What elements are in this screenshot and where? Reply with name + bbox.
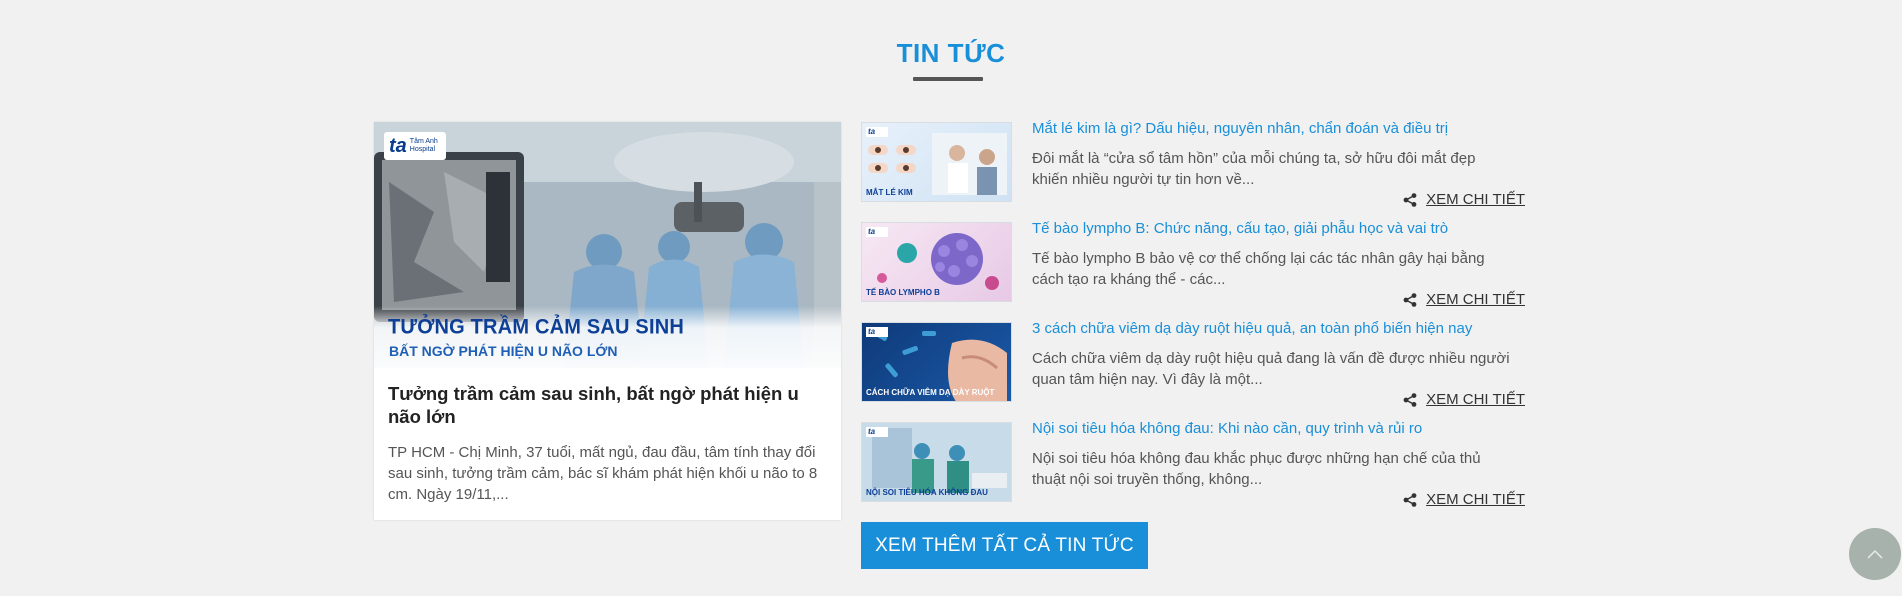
view-detail-link[interactable]: XEM CHI TIẾT	[1403, 491, 1525, 508]
banner-title: TƯỞNG TRẦM CẢM SAU SINH	[388, 315, 685, 339]
view-detail-link[interactable]: XEM CHI TIẾT	[1403, 191, 1525, 208]
thumb-logo: ta	[866, 427, 888, 437]
news-thumbnail[interactable]: ta TẾ BÀO LYMPHO B	[861, 222, 1012, 302]
news-title-link[interactable]: Nội soi tiêu hóa không đau: Khi nào cần,…	[1032, 419, 1532, 439]
news-excerpt: Nội soi tiêu hóa không đau khắc phục đượ…	[1032, 450, 1481, 488]
share-icon	[1403, 192, 1417, 207]
view-detail-link[interactable]: XEM CHI TIẾT	[1403, 291, 1525, 308]
view-detail-link[interactable]: XEM CHI TIẾT	[1403, 391, 1525, 408]
title-underline	[913, 77, 983, 81]
news-item: ta CÁCH CHỮA VIÊM DẠ DÀY RUỘT 3 cách chữ…	[861, 320, 1525, 412]
tam-anh-logo: ta Tâm Anh Hospital	[384, 132, 446, 160]
thumb-caption: NỘI SOI TIÊU HÓA KHÔNG ĐAU	[866, 488, 988, 497]
view-detail-label[interactable]: XEM CHI TIẾT	[1426, 491, 1525, 508]
news-title-link[interactable]: Mắt lé kim là gì? Dấu hiệu, nguyên nhân,…	[1032, 119, 1532, 139]
featured-article-card[interactable]: ta Tâm Anh Hospital TƯỞNG TRẦM CẢM SAU SI…	[374, 122, 841, 520]
scroll-to-top-button[interactable]	[1849, 528, 1901, 580]
news-excerpt: Đôi mắt là “cửa sổ tâm hồn” của mỗi chún…	[1032, 150, 1476, 188]
thumb-caption: CÁCH CHỮA VIÊM DẠ DÀY RUỘT	[866, 388, 995, 397]
view-detail-label[interactable]: XEM CHI TIẾT	[1426, 391, 1525, 408]
chevron-up-icon	[1867, 549, 1883, 559]
news-thumbnail[interactable]: ta MẮT LÉ KIM	[861, 122, 1012, 202]
news-item: ta MẮT LÉ KIM Mắt lé kim là gì? Dấu hiệu…	[861, 120, 1525, 212]
share-icon	[1403, 492, 1417, 507]
featured-article-excerpt: TP HCM - Chị Minh, 37 tuổi, mất ngủ, đau…	[388, 444, 818, 503]
view-all-news-button[interactable]: XEM THÊM TẤT CẢ TIN TỨC	[861, 522, 1148, 569]
news-title-link[interactable]: 3 cách chữa viêm dạ dày ruột hiệu quả, a…	[1032, 319, 1532, 339]
share-icon	[1403, 392, 1417, 407]
news-item: ta TẾ BÀO LYMPHO B Tế bào lympho B: Chức…	[861, 220, 1525, 312]
thumb-caption: MẮT LÉ KIM	[866, 188, 913, 197]
banner-subtitle: BẤT NGỜ PHÁT HIỆN U NÃO LỚN	[389, 343, 618, 359]
featured-article-title[interactable]: Tưởng trầm cảm sau sinh, bất ngờ phát hi…	[388, 382, 828, 428]
view-detail-label[interactable]: XEM CHI TIẾT	[1426, 291, 1525, 308]
thumb-caption: TẾ BÀO LYMPHO B	[866, 288, 940, 297]
thumb-logo: ta	[866, 327, 888, 337]
news-item: ta NỘI SOI TIÊU HÓA KHÔNG ĐAU Nội soi ti…	[861, 420, 1525, 512]
share-icon	[1403, 292, 1417, 307]
featured-article-image[interactable]: ta Tâm Anh Hospital TƯỞNG TRẦM CẢM SAU SI…	[374, 122, 841, 368]
news-excerpt: Tế bào lympho B bảo vệ cơ thể chống lại …	[1032, 250, 1485, 288]
thumb-logo: ta	[866, 127, 888, 137]
news-excerpt: Cách chữa viêm dạ dày ruột hiệu quả đang…	[1032, 350, 1510, 388]
news-thumbnail[interactable]: ta CÁCH CHỮA VIÊM DẠ DÀY RUỘT	[861, 322, 1012, 402]
thumb-logo: ta	[866, 227, 888, 237]
news-thumbnail[interactable]: ta NỘI SOI TIÊU HÓA KHÔNG ĐAU	[861, 422, 1012, 502]
news-title-link[interactable]: Tế bào lympho B: Chức năng, cấu tạo, giả…	[1032, 219, 1532, 239]
view-detail-label[interactable]: XEM CHI TIẾT	[1426, 191, 1525, 208]
section-title: TIN TỨC	[896, 38, 1006, 68]
